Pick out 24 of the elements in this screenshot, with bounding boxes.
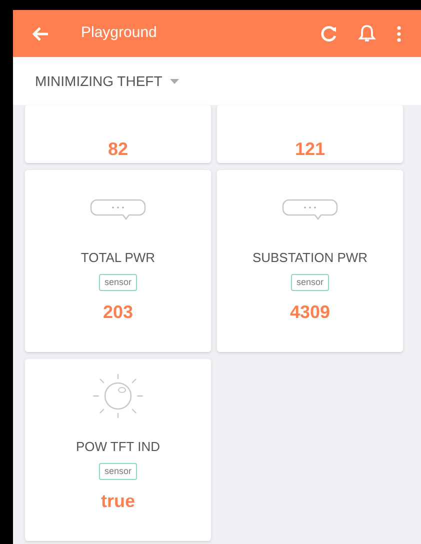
sensor-tag: sensor <box>99 274 136 291</box>
back-arrow-icon <box>31 26 49 42</box>
card-value: 82 <box>108 138 128 161</box>
card-value: true <box>100 490 135 513</box>
sensor-card[interactable]: POW TFT IND sensor true <box>25 359 211 541</box>
sensor-card[interactable]: TOTAL PWR sensor 203 <box>25 170 211 352</box>
bell-icon <box>358 24 376 43</box>
card-value: 203 <box>102 301 134 324</box>
sensor-tag: sensor <box>99 462 136 480</box>
sensor-card[interactable]: SUBSTATION PWR sensor 4309 <box>217 170 403 352</box>
speech-bubble-icon <box>281 198 339 222</box>
more-icon <box>397 26 401 42</box>
card-value: 121 <box>294 138 326 161</box>
speech-bubble-icon <box>89 198 147 222</box>
refresh-icon <box>320 24 338 42</box>
project-dropdown[interactable]: MINIMIZING THEFT <box>35 70 180 92</box>
card-title: SUBSTATION PWR <box>252 249 368 267</box>
sensor-tag: sensor <box>291 274 328 291</box>
card-title: TOTAL PWR <box>80 249 156 267</box>
app-title: Playground <box>81 23 157 44</box>
sun-icon <box>91 373 145 419</box>
card-title: POW TFT IND <box>76 438 160 456</box>
dropdown-caret-icon <box>170 78 180 84</box>
card-value: 4309 <box>290 301 330 324</box>
